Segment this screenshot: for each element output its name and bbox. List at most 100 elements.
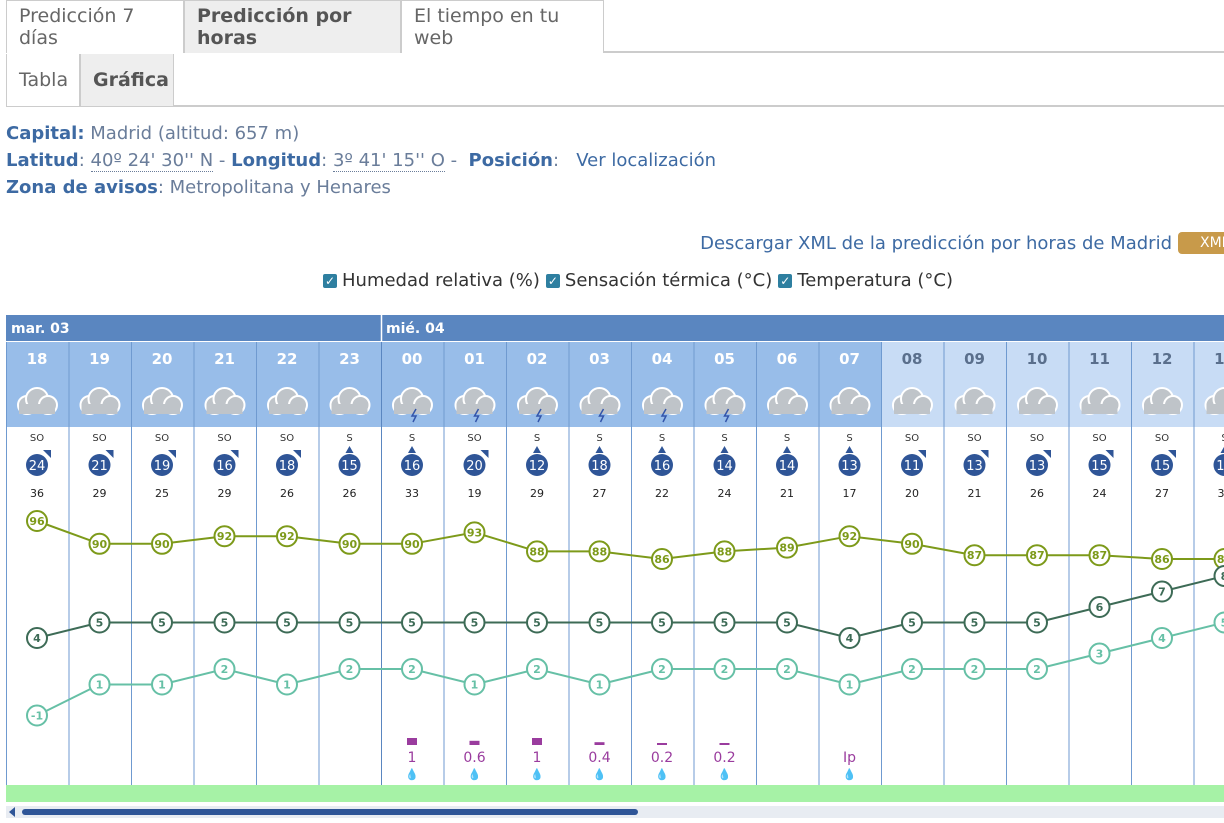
zona-value: Metropolitana y Henares	[169, 177, 391, 198]
sensacion-checkbox[interactable]: ✓	[545, 273, 560, 288]
series-point-label: 90	[904, 538, 920, 551]
series-point-label: 86	[1154, 553, 1170, 566]
series-point-label: 5	[346, 617, 354, 630]
wind-gust-value: 30	[1218, 487, 1224, 500]
wind-gust-value: 29	[218, 487, 232, 500]
hour-label: 09	[964, 350, 985, 368]
main-tabs: Predicción 7 días Predicción por horas E…	[6, 0, 1224, 53]
scrollbar-thumb	[22, 809, 638, 815]
tab-tabla[interactable]: Tabla	[6, 54, 80, 106]
wind-direction: SO	[30, 433, 44, 444]
series-point-label: 1	[96, 679, 104, 692]
series-point-label: 88	[717, 545, 732, 558]
wind-direction: S	[409, 433, 415, 444]
tab-grafica[interactable]: Gráfica	[80, 54, 174, 106]
precip-value: 0.2	[713, 750, 735, 766]
wind-gust-value: 26	[280, 487, 294, 500]
precip-bar	[594, 742, 605, 745]
xml-download-link[interactable]: Descargar XML de la predicción por horas…	[700, 233, 1172, 254]
series-point-label: 1	[283, 679, 291, 692]
precip-value: 1	[533, 750, 542, 766]
rain-drops-icon: 💧	[405, 768, 419, 781]
series-point-label: 2	[221, 663, 229, 676]
wind-speed-value: 15	[1216, 459, 1224, 474]
wind-speed-value: 14	[779, 459, 796, 474]
series-point-label: 5	[596, 617, 604, 630]
wind-gust-value: 19	[468, 487, 482, 500]
wind-speed-value: 18	[591, 459, 608, 474]
wind-speed-value: 15	[341, 459, 358, 474]
series-point-label: 87	[967, 549, 982, 562]
series-point-label: 2	[783, 663, 791, 676]
rain-drops-icon: 💧	[718, 768, 732, 781]
hour-label: 22	[277, 350, 298, 368]
series-toggles: ✓ Humedad relativa (%) ✓ Sensación térmica…	[323, 270, 959, 291]
wind-speed-value: 12	[529, 459, 546, 474]
series-point-label: 2	[658, 663, 666, 676]
zona-label: Zona de avisos	[6, 177, 158, 198]
series-point-label: 5	[408, 617, 416, 630]
series-point-label: 5	[533, 617, 541, 630]
hour-label: 18	[27, 350, 48, 368]
wind-gust-value: 21	[968, 487, 982, 500]
series-point-label: 5	[221, 617, 229, 630]
hour-label: 04	[652, 350, 673, 368]
wind-direction: SO	[1030, 433, 1044, 444]
tab-prediccion-por-horas[interactable]: Predicción por horas	[184, 0, 401, 53]
wind-gust-value: 36	[30, 487, 44, 500]
hour-label: 11	[1089, 350, 1110, 368]
series-point-label: 5	[1033, 617, 1041, 630]
series-point-label: 92	[217, 530, 232, 543]
wind-gust-value: 24	[718, 487, 732, 500]
wind-speed-value: 14	[716, 459, 733, 474]
hour-label: 21	[214, 350, 235, 368]
wind-speed-value: 13	[841, 459, 858, 474]
wind-gust-value: 27	[593, 487, 607, 500]
rain-drops-icon: 💧	[468, 768, 482, 781]
wind-direction: S	[784, 433, 790, 444]
precip-bar	[532, 738, 542, 745]
series-point-label: 6	[1096, 601, 1104, 614]
series-point-label: 2	[1033, 663, 1041, 676]
tab-tiempo-en-tu-web[interactable]: El tiempo en tu web	[401, 0, 604, 53]
latitude-value: 40º 24' 30'' N	[90, 150, 214, 172]
hour-label: 02	[527, 350, 548, 368]
precip-value: 0.4	[588, 750, 610, 766]
series-point-label: 4	[846, 632, 854, 645]
series-point-label: 88	[529, 545, 544, 558]
xml-button[interactable]: XML	[1178, 232, 1224, 254]
series-point-label: 5	[471, 617, 479, 630]
ver-localizacion-link[interactable]: Ver localización	[576, 150, 716, 171]
series-point-label: 92	[842, 530, 857, 543]
rain-drops-icon: 💧	[593, 768, 607, 781]
series-point-label: 3	[1096, 648, 1104, 661]
wind-direction: S	[346, 433, 352, 444]
temperatura-checkbox[interactable]: ✓	[778, 273, 793, 288]
series-point-label: 90	[92, 538, 108, 551]
wind-gust-value: 26	[343, 487, 357, 500]
series-point-label: 93	[467, 526, 482, 539]
hour-label: 10	[1027, 350, 1048, 368]
tab-prediccion-7-dias[interactable]: Predicción 7 días	[6, 0, 184, 53]
sensacion-label: Sensación térmica (°C)	[564, 270, 773, 291]
wind-speed-value: 16	[654, 459, 671, 474]
series-point-label: 2	[971, 663, 979, 676]
series-point-label: 2	[346, 663, 354, 676]
wind-speed-value: 24	[29, 459, 46, 474]
wind-speed-value: 19	[154, 459, 171, 474]
series-point-label: 88	[592, 545, 607, 558]
series-point-label: -1	[31, 710, 43, 723]
hourly-chart-svg: mar. 03 mié. 0418 19 20 21 22 23 00 01 02 03 04 05 06…	[6, 315, 1224, 818]
precip-bar	[469, 740, 480, 745]
series-point-label: 86	[654, 553, 670, 566]
hour-label: 07	[839, 350, 860, 368]
precip-value: Ip	[843, 750, 856, 766]
humedad-checkbox[interactable]: ✓	[323, 273, 337, 288]
series-point-label: 2	[908, 663, 916, 676]
wind-gust-value: 29	[93, 487, 107, 500]
hour-label: 06	[777, 350, 798, 368]
series-point-label: 2	[408, 663, 416, 676]
hour-label: 00	[402, 350, 423, 368]
precip-bar	[719, 743, 730, 745]
wind-speed-value: 13	[1029, 459, 1046, 474]
